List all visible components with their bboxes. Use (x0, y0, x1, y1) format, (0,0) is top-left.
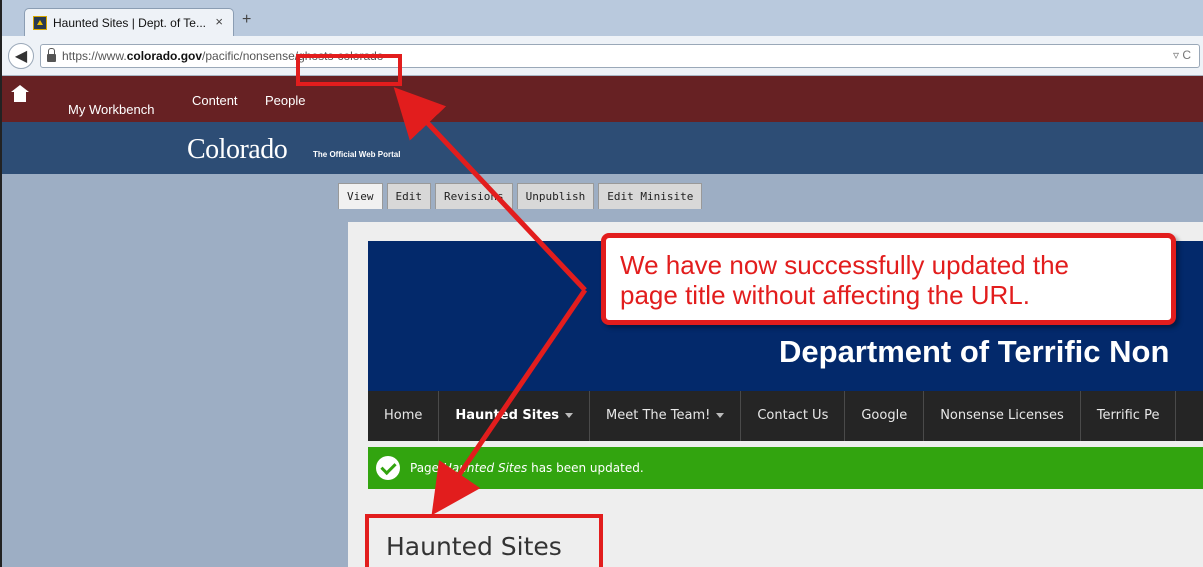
callout-line-1: We have now successfully updated the (620, 250, 1070, 280)
browser-window: Haunted Sites | Dept. of Te... × + ◀ htt… (0, 0, 1203, 567)
arrow-to-url (393, 87, 587, 292)
arrow-to-title (431, 288, 588, 516)
callout-line-2: page title without affecting the URL. (620, 280, 1030, 310)
annotation-callout: We have now successfully updated the pag… (601, 233, 1176, 325)
